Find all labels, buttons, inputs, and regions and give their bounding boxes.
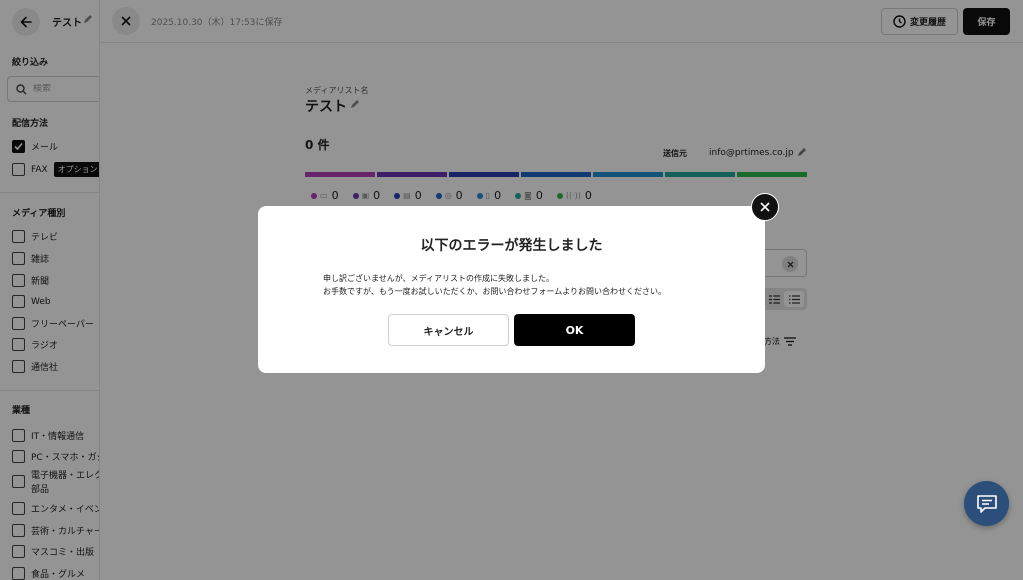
cancel-button[interactable]: キャンセル	[388, 314, 509, 346]
dialog-message-line: お手数ですが、もう一度お試しいただくか、お問い合わせフォームよりお問い合わせくだ…	[323, 287, 667, 296]
chat-icon	[976, 494, 997, 513]
ok-button[interactable]: OK	[514, 314, 635, 346]
dialog-title: 以下のエラーが発生しました	[420, 238, 603, 254]
dialog-message-line: 申し訳ございませんが、メディアリストの作成に失敗しました。	[323, 274, 555, 283]
dialog-close-button[interactable]	[751, 193, 779, 221]
chat-support-button[interactable]	[964, 481, 1009, 526]
dialog-message: 申し訳ございませんが、メディアリストの作成に失敗しました。 お手数ですが、もう一…	[323, 272, 666, 298]
error-dialog: 以下のエラーが発生しました 申し訳ございませんが、メディアリストの作成に失敗しま…	[258, 206, 765, 373]
close-icon	[760, 202, 770, 212]
